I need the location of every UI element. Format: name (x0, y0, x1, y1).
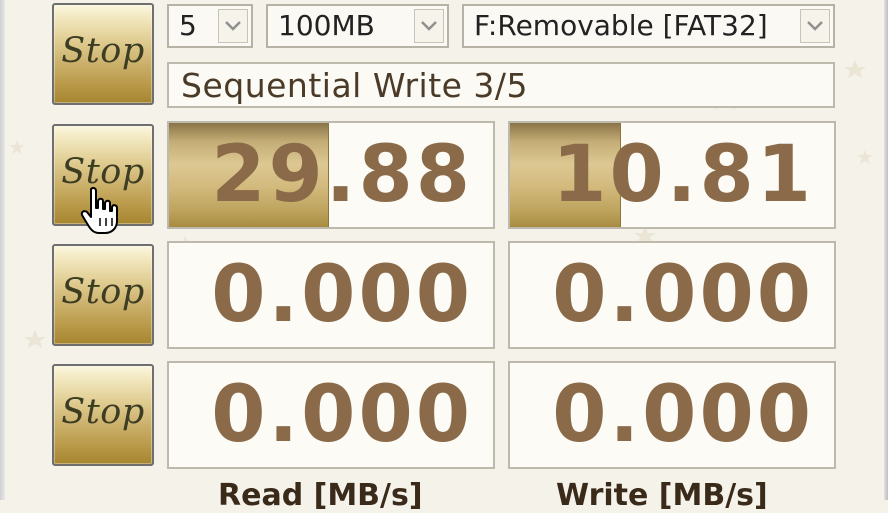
rnd4k-write-result: 0.000 (508, 361, 836, 469)
rnd4k-write-value: 0.000 (552, 370, 814, 460)
write-column-header: Write [MB/s] (556, 478, 768, 513)
chevron-down-icon[interactable] (414, 9, 444, 43)
rnd512-read-result: 0.000 (167, 241, 495, 349)
test-count-value: 5 (179, 9, 197, 42)
drive-value: F:Removable [FAT32] (474, 9, 768, 42)
rnd4k-read-result: 0.000 (167, 361, 495, 469)
test-size-select[interactable]: 100MB (266, 4, 449, 48)
hand-pointer-icon (80, 186, 118, 234)
read-column-header: Read [MB/s] (218, 478, 423, 513)
all-stop-label: Stop (61, 31, 145, 71)
rnd512-write-result: 0.000 (508, 241, 836, 349)
window-frame-left (0, 0, 5, 500)
rnd512-stop-button[interactable]: Stop (52, 244, 154, 346)
rnd512-read-value: 0.000 (211, 250, 473, 340)
rnd512-write-value: 0.000 (552, 250, 814, 340)
rnd4k-read-value: 0.000 (211, 370, 473, 460)
window-frame-right (884, 0, 888, 500)
seq-read-result: 29.88 (167, 121, 495, 229)
seq-write-result: 10.81 (508, 121, 836, 229)
all-stop-button[interactable]: Stop (52, 3, 154, 105)
rnd4k-stop-label: Stop (61, 392, 145, 432)
seq-write-value: 10.81 (552, 130, 814, 220)
chevron-down-icon[interactable] (800, 9, 830, 43)
status-text: Sequential Write 3/5 (181, 66, 529, 105)
rnd4k-stop-button[interactable]: Stop (52, 364, 154, 466)
chevron-down-icon[interactable] (218, 9, 248, 43)
test-size-value: 100MB (278, 9, 375, 42)
seq-read-value: 29.88 (211, 130, 473, 220)
drive-select[interactable]: F:Removable [FAT32] (462, 4, 835, 48)
status-display: Sequential Write 3/5 (167, 62, 835, 108)
rnd512-stop-label: Stop (61, 272, 145, 312)
test-count-select[interactable]: 5 (167, 4, 253, 48)
